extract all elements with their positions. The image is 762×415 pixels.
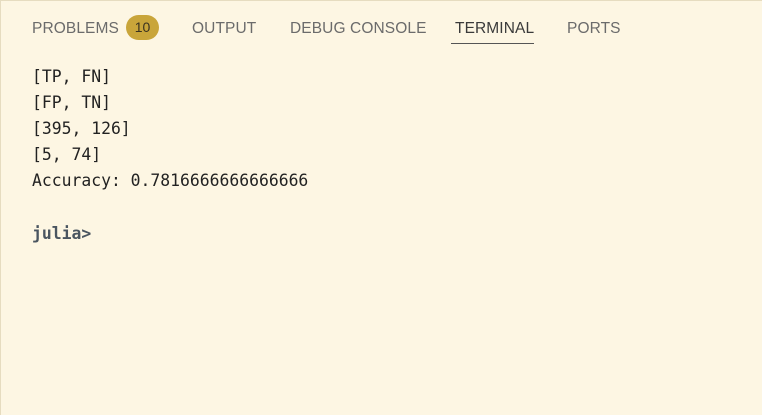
terminal-line: [395, 126] [32,119,131,138]
tab-ports[interactable]: PORTS [567,20,621,38]
terminal-line: Accuracy: 0.7816666666666666 [32,171,309,190]
julia-prompt[interactable]: julia> [32,224,91,244]
panel-tab-bar: PROBLEMS 10 OUTPUT DEBUG CONSOLE TERMINA… [0,0,762,58]
panel-left-border [0,0,1,415]
terminal-line: [TP, FN] [32,67,111,86]
active-tab-indicator [451,43,534,44]
terminal-line: [5, 74] [32,145,102,164]
tab-problems[interactable]: PROBLEMS [32,20,119,38]
problems-count-badge: 10 [126,15,159,40]
terminal-panel: PROBLEMS 10 OUTPUT DEBUG CONSOLE TERMINA… [0,0,762,415]
tab-debug-console[interactable]: DEBUG CONSOLE [290,20,427,38]
tab-output[interactable]: OUTPUT [192,20,256,38]
terminal-line: [FP, TN] [32,93,111,112]
tab-terminal[interactable]: TERMINAL [455,20,534,38]
